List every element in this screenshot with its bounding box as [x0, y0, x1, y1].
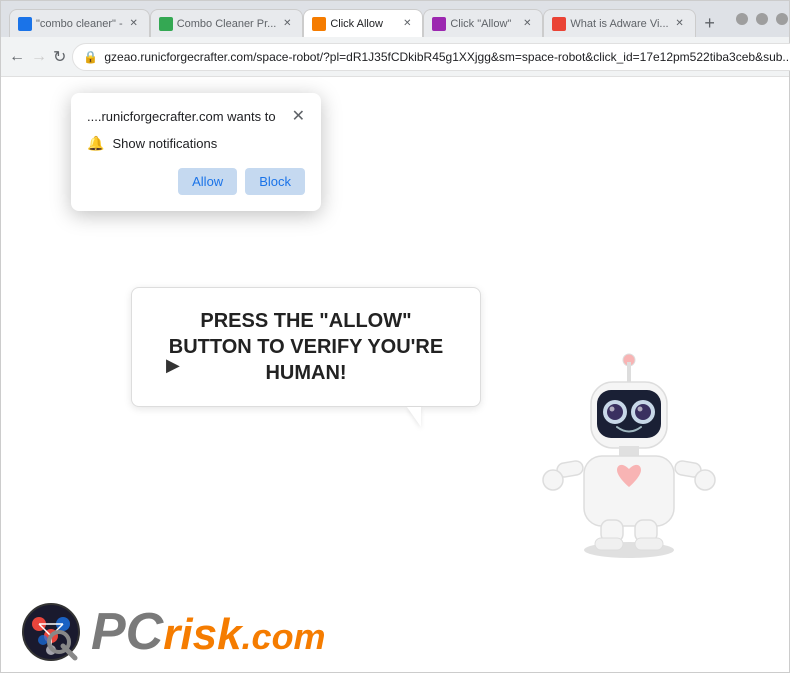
window-controls — [736, 13, 788, 25]
robot-illustration — [529, 332, 729, 562]
pc-label: PC — [91, 606, 163, 658]
popup-site-text: ....runicforgecrafter.com wants to — [87, 109, 276, 124]
minimize-button[interactable] — [736, 13, 748, 25]
notification-popup: ....runicforgecrafter.com wants to ✕ 🔔 S… — [71, 93, 321, 211]
tab-favicon-1 — [18, 17, 32, 31]
address-bar[interactable]: 🔒 gzeao.runicforgecrafter.com/space-robo… — [72, 43, 790, 71]
pcrisk-logo: PC risk .com — [21, 602, 326, 662]
speech-bubble-tail — [407, 407, 421, 427]
popup-notification-row: 🔔 Show notifications — [87, 135, 305, 152]
block-button[interactable]: Block — [245, 168, 305, 195]
tab-label-3: Click Allow — [330, 18, 396, 30]
speech-bubble: PRESS THE "ALLOW" BUTTON TO VERIFY YOU'R… — [131, 287, 481, 407]
tab-label-2: Combo Cleaner Pr... — [177, 18, 277, 30]
maximize-button[interactable] — [756, 13, 768, 25]
tab-favicon-5 — [552, 17, 566, 31]
nav-bar: ← → ↻ 🔒 gzeao.runicforgecrafter.com/spac… — [1, 37, 789, 77]
back-button[interactable]: ← — [9, 43, 25, 71]
bell-icon: 🔔 — [87, 135, 104, 152]
tab-label-5: What is Adware Vi... — [570, 18, 668, 30]
popup-header: ....runicforgecrafter.com wants to ✕ — [87, 109, 305, 125]
cursor-arrow: ▶ — [166, 355, 180, 376]
tab-close-1[interactable]: ✕ — [127, 17, 141, 31]
forward-button[interactable]: → — [31, 43, 47, 71]
popup-notification-label: Show notifications — [112, 136, 217, 151]
allow-button[interactable]: Allow — [178, 168, 237, 195]
new-tab-button[interactable]: + — [696, 9, 724, 37]
pcrisk-text: PC risk .com — [91, 606, 326, 658]
risk-label: risk — [163, 613, 241, 657]
tab-adware[interactable]: What is Adware Vi... ✕ — [543, 9, 695, 37]
popup-buttons: Allow Block — [87, 168, 305, 195]
tab-click-allow-quote[interactable]: Click "Allow" ✕ — [423, 9, 543, 37]
address-text: gzeao.runicforgecrafter.com/space-robot/… — [104, 50, 790, 64]
tab-close-3[interactable]: ✕ — [400, 17, 414, 31]
tab-close-2[interactable]: ✕ — [280, 17, 294, 31]
browser-window: "combo cleaner" - ✕ Combo Cleaner Pr... … — [0, 0, 790, 673]
lock-icon: 🔒 — [83, 50, 98, 64]
tab-label-1: "combo cleaner" - — [36, 18, 123, 30]
tab-favicon-3 — [312, 17, 326, 31]
speech-bubble-wrapper: PRESS THE "ALLOW" BUTTON TO VERIFY YOU'R… — [131, 287, 481, 427]
tab-click-allow[interactable]: Click Allow ✕ — [303, 9, 423, 37]
tab-label-4: Click "Allow" — [450, 18, 516, 30]
tab-close-4[interactable]: ✕ — [520, 17, 534, 31]
tab-combo-cleaner[interactable]: "combo cleaner" - ✕ — [9, 9, 150, 37]
tab-favicon-4 — [432, 17, 446, 31]
speech-bubble-text: PRESS THE "ALLOW" BUTTON TO VERIFY YOU'R… — [169, 310, 443, 384]
title-bar: "combo cleaner" - ✕ Combo Cleaner Pr... … — [1, 1, 789, 37]
popup-close-button[interactable]: ✕ — [292, 109, 305, 125]
tab-combo-cleaner-pr[interactable]: Combo Cleaner Pr... ✕ — [150, 9, 304, 37]
page-content: ....runicforgecrafter.com wants to ✕ 🔔 S… — [1, 77, 789, 672]
tab-strip: "combo cleaner" - ✕ Combo Cleaner Pr... … — [9, 1, 724, 37]
tab-close-5[interactable]: ✕ — [673, 17, 687, 31]
dotcom-label: .com — [242, 616, 326, 658]
tab-favicon-2 — [159, 17, 173, 31]
pcrisk-icon — [21, 602, 81, 662]
reload-button[interactable]: ↻ — [53, 43, 66, 71]
close-button[interactable] — [776, 13, 788, 25]
